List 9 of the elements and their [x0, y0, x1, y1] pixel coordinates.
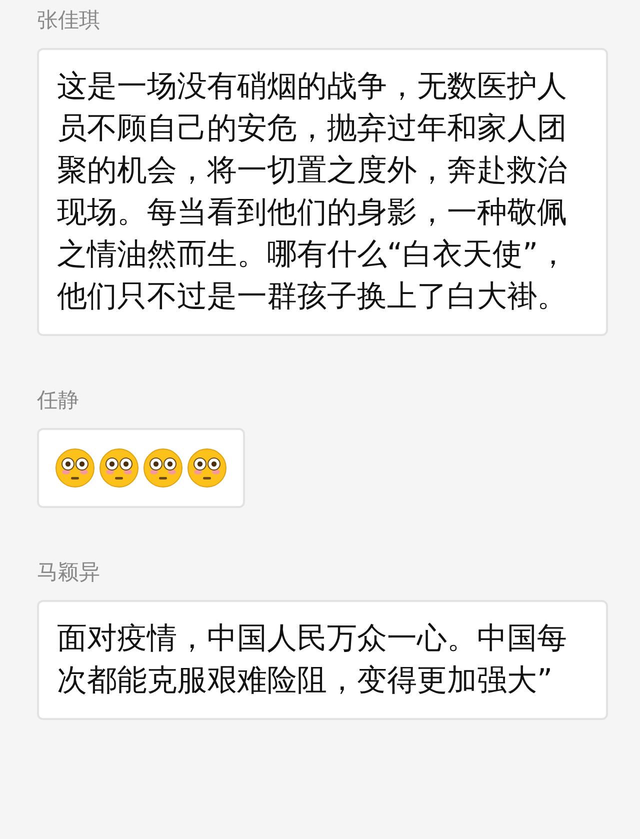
sender-name: 张佳琪 — [37, 7, 100, 34]
sender-name: 马颖异 — [37, 559, 100, 586]
sender-name: 任静 — [37, 387, 79, 414]
message-bubble: 这是一场没有硝烟的战争，无数医护人员不顾自己的安危，抛弃过年和家人团聚的机会，将一切置之度外，奔赴救治现场。每当看到他们的身影，一种敬佩之情油然而生。哪有什么“白衣天使”，他们只不过是一群孩子换上了白大褂。 — [37, 48, 608, 336]
flushed-face-icon — [99, 448, 139, 488]
flushed-face-icon — [187, 448, 227, 488]
flushed-face-icon — [55, 448, 95, 488]
message-bubble: 面对疫情，中国人民万众一心。中国每次都能克服艰难险阻，变得更加强大” — [37, 600, 608, 720]
flushed-face-icon — [143, 448, 183, 488]
